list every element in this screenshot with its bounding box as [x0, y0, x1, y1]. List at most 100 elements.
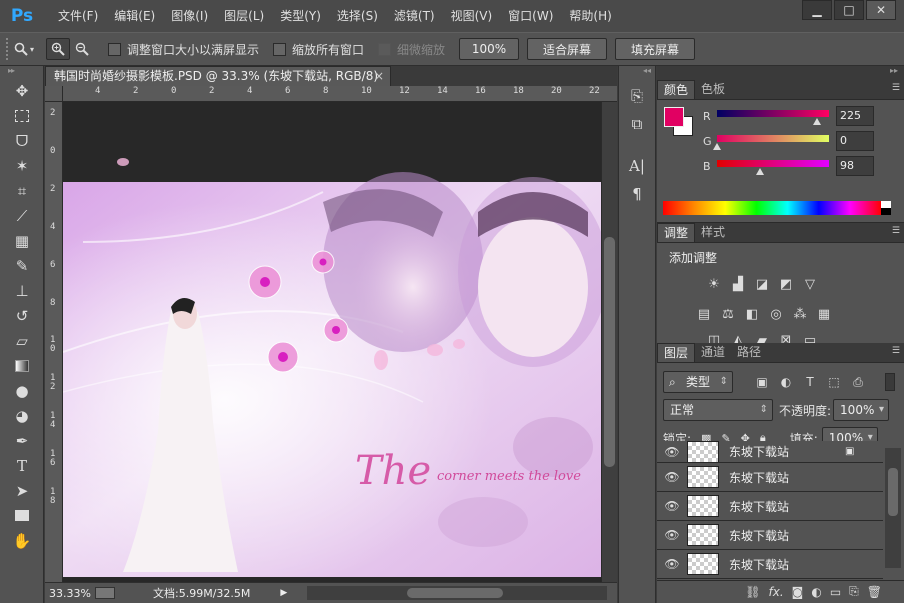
menu-type[interactable]: 类型(Y) [272, 0, 329, 32]
menu-file[interactable]: 文件(F) [50, 0, 106, 32]
hand-tool[interactable]: ✋ [7, 528, 37, 553]
link-layers-icon[interactable]: ⛓ [745, 585, 760, 599]
close-tab-icon[interactable]: × [374, 67, 384, 86]
layers-scroll-thumb[interactable] [888, 468, 898, 516]
channel-mixer-icon[interactable]: ⁂ [791, 305, 809, 323]
type-tool[interactable]: T [7, 453, 37, 478]
panel-menu-icon[interactable]: ☰ [892, 346, 900, 356]
blue-slider-thumb[interactable] [756, 168, 764, 175]
layer-filter-select[interactable]: ⌕ 类型 ⇕ [663, 371, 733, 393]
trash-icon[interactable]: 🗑︎ [867, 585, 882, 599]
brightness-contrast-icon[interactable]: ☀ [705, 275, 723, 293]
new-adjustment-icon[interactable]: ◐ [811, 585, 821, 599]
new-group-icon[interactable]: ▭ [830, 585, 841, 599]
rectangle-tool[interactable] [7, 503, 37, 528]
magic-wand-tool[interactable]: ✶ [7, 153, 37, 178]
horizontal-scroll-thumb[interactable] [407, 588, 503, 598]
clone-stamp-tool[interactable]: ⊥ [7, 278, 37, 303]
filter-adjustment-icon[interactable]: ◐ [777, 373, 795, 391]
zoom-in-button[interactable] [46, 38, 70, 60]
dodge-tool[interactable]: ◕ [7, 403, 37, 428]
menu-filter[interactable]: 滤镜(T) [386, 0, 443, 32]
blue-value-input[interactable]: 98 [836, 156, 874, 176]
levels-icon[interactable]: ▟ [729, 275, 747, 293]
menu-select[interactable]: 选择(S) [329, 0, 386, 32]
fit-screen-button[interactable]: 适合屏幕 [527, 38, 608, 60]
tab-styles[interactable]: 样式 [695, 223, 731, 242]
brush-tool[interactable]: ✎ [7, 253, 37, 278]
green-value-input[interactable]: 0 [836, 131, 874, 151]
tab-color[interactable]: 颜色 [657, 80, 696, 99]
layer-row[interactable]: 👁︎ 东坡下载站 [657, 492, 883, 521]
minimize-button[interactable]: ▁ [802, 0, 832, 20]
maximize-button[interactable]: □ [834, 0, 864, 20]
paragraph-panel-button[interactable]: ¶ [623, 182, 651, 206]
exposure-icon[interactable]: ◩ [777, 275, 795, 293]
ruler-vertical[interactable]: 2 0 2 4 6 8 1 0 1 2 1 4 1 6 1 8 [45, 102, 63, 582]
marquee-tool[interactable] [7, 103, 37, 128]
blur-tool[interactable]: ● [7, 378, 37, 403]
zoom-out-button[interactable] [70, 38, 94, 60]
green-slider-thumb[interactable] [713, 143, 721, 150]
gradient-tool[interactable] [7, 353, 37, 378]
pen-tool[interactable]: ✒ [7, 428, 37, 453]
tab-channels[interactable]: 通道 [695, 343, 731, 362]
curves-icon[interactable]: ◪ [753, 275, 771, 293]
black-white-icon[interactable]: ◧ [743, 305, 761, 323]
green-slider[interactable] [717, 135, 829, 142]
zoom-tool-preset[interactable]: ▾ [12, 38, 36, 60]
blend-mode-select[interactable]: 正常 ⇕ [663, 399, 773, 421]
layer-row[interactable]: 👁︎ 东坡下载站 ▣ [657, 441, 883, 463]
menu-image[interactable]: 图像(I) [163, 0, 216, 32]
blue-slider[interactable] [717, 160, 829, 167]
eye-icon[interactable]: 👁︎ [657, 557, 687, 571]
toolbox-grip[interactable]: ▸▸ [0, 66, 43, 78]
layer-row[interactable]: 👁︎ 东坡下载站 [657, 463, 883, 492]
menu-layer[interactable]: 图层(L) [216, 0, 272, 32]
path-selection-tool[interactable]: ➤ [7, 478, 37, 503]
move-tool[interactable]: ✥ [7, 78, 37, 103]
layer-row[interactable]: 👁︎ 东坡下载站 [657, 521, 883, 550]
tab-adjustments[interactable]: 调整 [657, 223, 696, 242]
layers-scrollbar[interactable] [885, 448, 901, 568]
eye-icon[interactable]: 👁︎ [657, 528, 687, 542]
character-panel-button[interactable]: A| [623, 154, 651, 178]
vibrance-icon[interactable]: ▽ [801, 275, 819, 293]
strip-grip[interactable]: ◂◂ [619, 66, 655, 80]
color-lookup-icon[interactable]: ▦ [815, 305, 833, 323]
color-spectrum[interactable] [663, 201, 881, 215]
fill-screen-button[interactable]: 填充屏幕 [615, 38, 696, 60]
resize-windows-checkbox[interactable]: 调整窗口大小以满屏显示 [108, 41, 259, 58]
vertical-scrollbar[interactable] [601, 102, 617, 582]
eraser-tool[interactable]: ▱ [7, 328, 37, 353]
eye-icon[interactable]: 👁︎ [657, 499, 687, 513]
menu-edit[interactable]: 编辑(E) [106, 0, 163, 32]
hue-saturation-icon[interactable]: ▤ [695, 305, 713, 323]
eye-icon[interactable]: 👁︎ [657, 445, 687, 459]
menu-help[interactable]: 帮助(H) [561, 0, 619, 32]
status-arrow-icon[interactable]: ▶ [280, 588, 287, 598]
history-panel-button[interactable]: ⎘ [623, 84, 651, 108]
eyedropper-tool[interactable]: ⟋ [7, 203, 37, 228]
tab-layers[interactable]: 图层 [657, 343, 696, 362]
new-layer-icon[interactable]: ⎘ [849, 584, 859, 599]
panel-menu-icon[interactable]: ☰ [892, 83, 900, 93]
red-slider[interactable] [717, 110, 829, 117]
foreground-color-swatch[interactable] [664, 107, 684, 127]
close-button[interactable]: ✕ [866, 0, 896, 20]
panels-grip[interactable]: ▸▸ [657, 66, 904, 80]
filter-type-icon[interactable]: T [801, 373, 819, 391]
properties-panel-button[interactable]: ⧉ [623, 112, 651, 136]
filter-pixel-icon[interactable]: ▣ [753, 373, 771, 391]
canvas[interactable]: The corner meets the love [63, 102, 601, 582]
history-brush-tool[interactable]: ↺ [7, 303, 37, 328]
vertical-scroll-thumb[interactable] [604, 237, 615, 467]
eye-icon[interactable]: 👁︎ [657, 470, 687, 484]
crop-tool[interactable]: ⌗ [7, 178, 37, 203]
tab-paths[interactable]: 路径 [731, 343, 767, 362]
opacity-input[interactable]: 100% ▾ [833, 399, 890, 421]
filter-smart-object-icon[interactable]: ⎙ [849, 373, 867, 391]
menu-view[interactable]: 视图(V) [443, 0, 501, 32]
panel-menu-icon[interactable]: ☰ [892, 226, 900, 236]
fx-icon[interactable]: fx. [769, 585, 784, 599]
